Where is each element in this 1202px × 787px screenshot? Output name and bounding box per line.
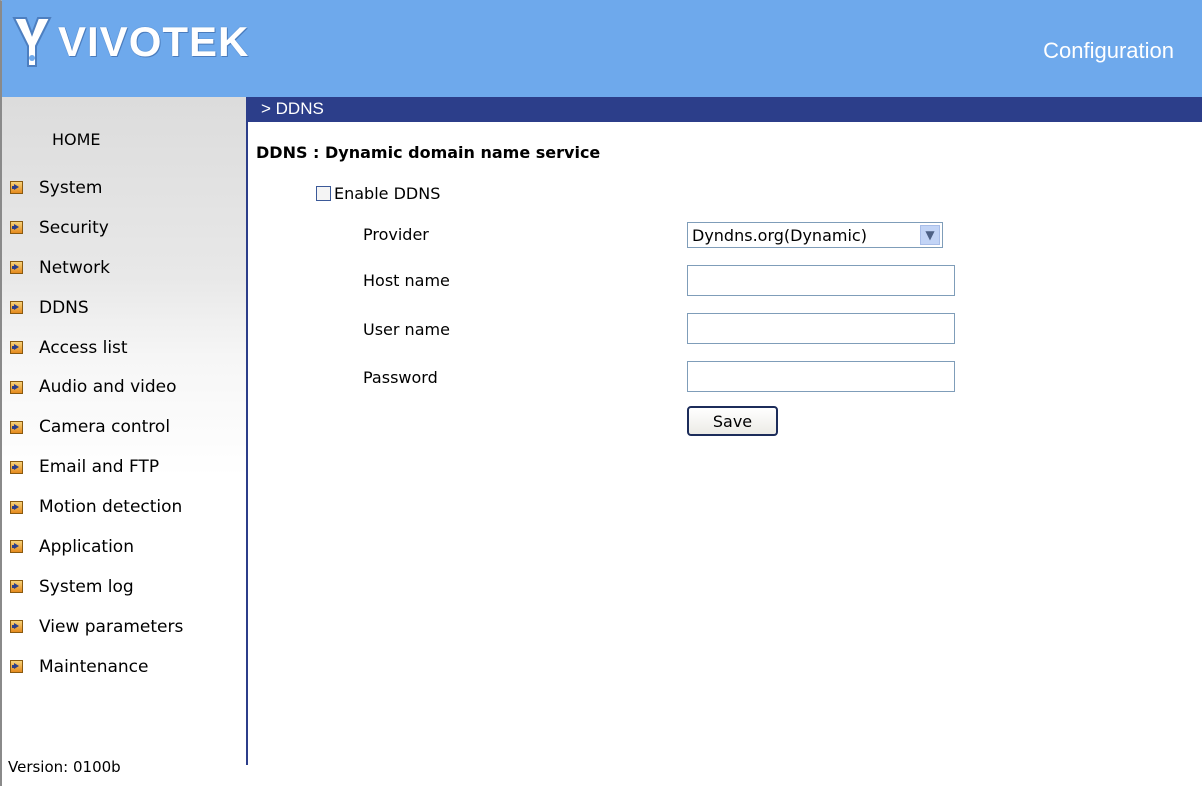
arrow-icon <box>10 181 23 195</box>
sidebar-item-label: Motion detection <box>39 497 183 518</box>
sidebar-item-audio-and-video[interactable]: Audio and video <box>0 367 183 407</box>
sidebar-item-system[interactable]: System <box>0 168 183 208</box>
sidebar-item-label: Email and FTP <box>39 457 160 478</box>
arrow-icon <box>10 460 23 474</box>
sidebar-item-email-and-ftp[interactable]: Email and FTP <box>0 447 183 487</box>
sidebar-item-security[interactable]: Security <box>0 208 183 248</box>
breadcrumb: > DDNS <box>261 99 324 118</box>
arrow-icon <box>10 261 23 275</box>
arrow-icon <box>10 221 23 235</box>
sidebar-item-ddns[interactable]: DDNS <box>0 288 183 328</box>
sidebar-item-system-log[interactable]: System log <box>0 567 183 607</box>
arrow-icon <box>10 341 23 354</box>
arrow-icon <box>10 420 23 434</box>
chevron-down-icon[interactable]: ▼ <box>920 225 940 245</box>
sidebar-item-label: Camera control <box>39 417 171 438</box>
sidebar-item-label: Audio and video <box>39 377 177 398</box>
user-name-input[interactable] <box>687 313 955 344</box>
sidebar-nav: System Security Network DDNS Access list… <box>0 168 183 687</box>
enable-ddns-checkbox[interactable] <box>316 186 331 201</box>
sidebar-item-network[interactable]: Network <box>0 248 183 288</box>
arrow-icon <box>10 380 23 394</box>
sidebar-item-access-list[interactable]: Access list <box>0 328 183 368</box>
brand-name: VIVOTEK <box>58 18 250 65</box>
vivotek-logo: VIVOTEK <box>12 14 249 70</box>
password-label: Password <box>363 368 438 387</box>
provider-select[interactable]: Dyndns.org(Dynamic) ▼ <box>687 222 943 248</box>
sidebar-item-label: Security <box>39 217 109 238</box>
version-text: Version: 0100b <box>8 758 121 776</box>
sidebar-item-label: System <box>39 177 103 198</box>
page-title: Configuration <box>1043 38 1174 63</box>
sidebar-item-label: System log <box>39 576 134 597</box>
sidebar-item-maintenance[interactable]: Maintenance <box>0 647 183 687</box>
section-title: DDNS : Dynamic domain name service <box>256 143 601 162</box>
user-name-label: User name <box>363 320 450 339</box>
arrow-icon <box>10 540 23 554</box>
sidebar-home-link[interactable]: HOME <box>52 130 101 149</box>
sidebar-item-label: Access list <box>39 337 128 358</box>
arrow-icon <box>10 301 23 315</box>
provider-label: Provider <box>363 225 429 244</box>
sidebar-item-application[interactable]: Application <box>0 527 183 567</box>
sidebar-item-camera-control[interactable]: Camera control <box>0 407 183 447</box>
enable-ddns-label: Enable DDNS <box>334 184 441 203</box>
breadcrumb-bar: > DDNS <box>248 97 1202 122</box>
arrow-icon <box>10 660 23 674</box>
save-button[interactable]: Save <box>687 406 778 436</box>
vivotek-logo-mark <box>12 17 52 67</box>
header: VIVOTEK Configuration <box>2 0 1202 97</box>
provider-select-value: Dyndns.org(Dynamic) <box>692 225 867 245</box>
arrow-icon <box>10 500 23 514</box>
arrow-icon <box>10 580 23 594</box>
arrow-icon <box>10 620 23 634</box>
host-name-label: Host name <box>363 271 450 290</box>
host-name-input[interactable] <box>687 265 955 296</box>
sidebar-item-motion-detection[interactable]: Motion detection <box>0 487 183 527</box>
password-input[interactable] <box>687 361 955 392</box>
sidebar-item-label: Application <box>39 536 134 557</box>
sidebar-item-label: Network <box>39 257 110 278</box>
sidebar-item-view-parameters[interactable]: View parameters <box>0 607 183 647</box>
sidebar-item-label: DDNS <box>39 297 89 318</box>
sidebar-item-label: View parameters <box>39 616 184 637</box>
enable-ddns-row: Enable DDNS <box>316 184 440 203</box>
sidebar-item-label: Maintenance <box>39 656 149 677</box>
sidebar-divider <box>246 97 248 765</box>
